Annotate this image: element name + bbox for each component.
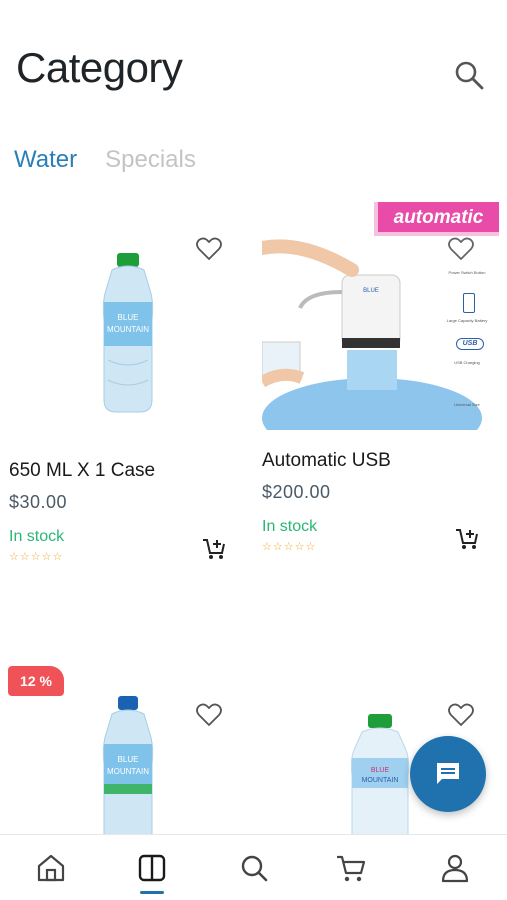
add-to-cart-button[interactable]	[201, 536, 227, 562]
nav-category[interactable]	[135, 851, 169, 885]
feature-label: USB Charging	[454, 360, 480, 365]
add-cart-icon	[203, 539, 225, 559]
discount-badge: 12 %	[8, 666, 64, 696]
header: Category	[0, 0, 507, 120]
chat-icon	[437, 763, 459, 784]
feature-label: Universal Size	[454, 402, 480, 407]
home-icon	[37, 854, 65, 882]
search-icon	[241, 855, 268, 882]
nav-profile[interactable]	[438, 851, 472, 885]
rating-stars: ☆☆☆☆☆	[9, 551, 64, 563]
heart-icon	[196, 703, 222, 726]
heart-icon	[448, 703, 474, 726]
favorite-button[interactable]	[446, 700, 476, 730]
search-button[interactable]	[452, 58, 486, 92]
cart-icon	[337, 855, 366, 882]
profile-icon	[441, 854, 469, 883]
category-icon	[138, 854, 166, 882]
heart-icon	[448, 237, 474, 260]
favorite-button[interactable]	[446, 234, 476, 264]
product-name: 650 ML X 1 Case	[9, 460, 156, 481]
automatic-badge: automatic	[374, 202, 499, 236]
product-card[interactable]: BLUE MOUNTAIN	[8, 680, 248, 841]
svg-text:BLUE: BLUE	[118, 755, 139, 764]
chat-button[interactable]	[410, 736, 486, 812]
product-name: Automatic USB	[262, 450, 391, 471]
add-to-cart-button[interactable]	[454, 526, 480, 552]
category-tabs: Water Specials	[14, 146, 196, 182]
product-card[interactable]: BLUE MOUNTAIN 650 ML X 1 Case $30.00 In …	[8, 210, 248, 570]
stock-status: In stock	[262, 518, 318, 535]
product-card[interactable]: BLUE Power Switch Button Large Capacity …	[255, 200, 502, 560]
nav-home[interactable]	[34, 851, 68, 885]
battery-icon	[463, 293, 475, 313]
heart-icon	[196, 237, 222, 260]
nav-search[interactable]	[237, 851, 271, 885]
svg-text:MOUNTAIN: MOUNTAIN	[362, 777, 399, 784]
feature-label: Power Switch Button	[448, 270, 486, 275]
usb-badge: USB	[456, 338, 484, 350]
page-title: Category	[16, 44, 183, 91]
rating-stars: ☆☆☆☆☆	[262, 541, 317, 553]
product-price: $200.00	[262, 482, 331, 502]
svg-text:MOUNTAIN: MOUNTAIN	[107, 767, 149, 776]
svg-text:BLUE: BLUE	[118, 313, 139, 322]
feature-label: Large Capacity Battery	[446, 318, 488, 323]
favorite-button[interactable]	[194, 700, 224, 730]
stock-status: In stock	[9, 528, 65, 545]
svg-text:BLUE: BLUE	[371, 767, 390, 774]
svg-text:BLUE: BLUE	[363, 288, 379, 294]
active-indicator	[140, 891, 164, 894]
search-icon	[455, 61, 484, 90]
svg-text:MOUNTAIN: MOUNTAIN	[107, 325, 149, 334]
product-price: $30.00	[9, 492, 68, 512]
nav-cart[interactable]	[334, 851, 368, 885]
favorite-button[interactable]	[194, 234, 224, 264]
tab-specials[interactable]: Specials	[105, 146, 196, 182]
bottom-nav	[0, 834, 507, 900]
tab-water[interactable]: Water	[14, 146, 77, 182]
add-cart-icon	[456, 529, 478, 549]
